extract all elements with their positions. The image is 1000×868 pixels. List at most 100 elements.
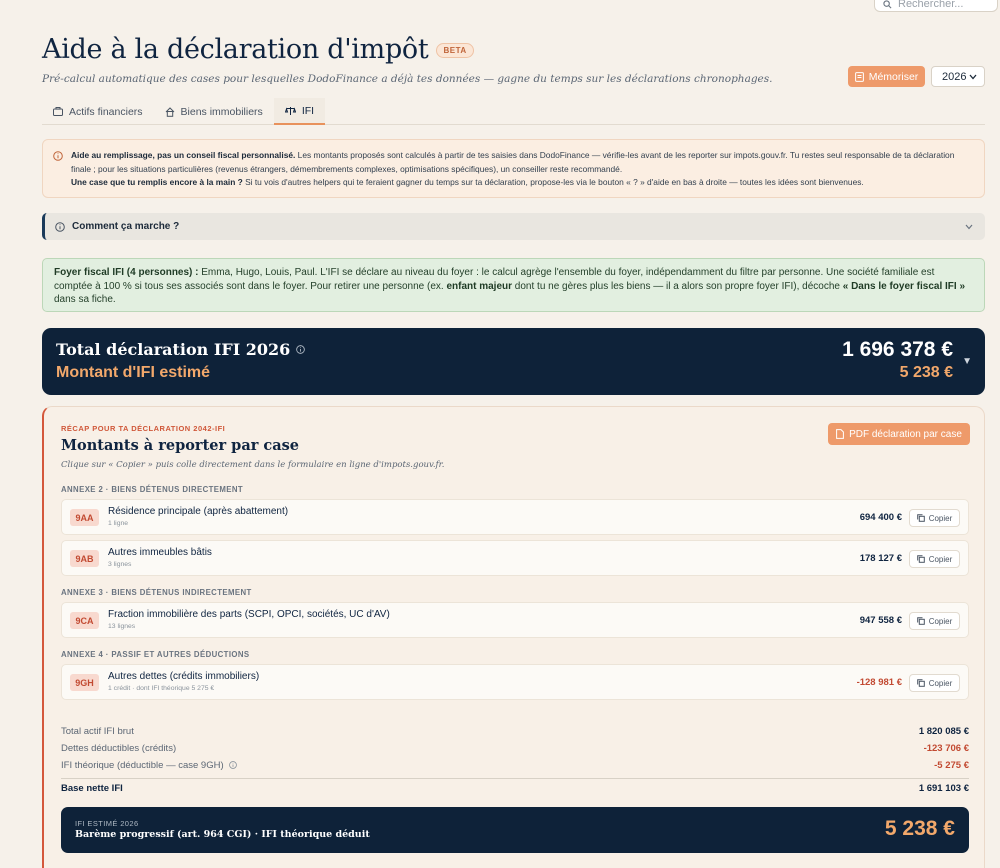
row-label: Autres immeubles bâtis: [108, 547, 212, 558]
year-select[interactable]: 2026: [931, 66, 985, 87]
search-icon: [883, 0, 892, 8]
row-sub: 13 lignes: [108, 623, 136, 630]
section-title: ANNEXE 2 · BIENS DÉTENUS DIRECTEMENT: [61, 485, 244, 494]
tab-label: Actifs financiers: [69, 105, 143, 118]
foyer-info: Foyer fiscal IFI (4 personnes) : Emma, H…: [42, 258, 985, 312]
info-icon[interactable]: [296, 345, 306, 354]
copy-button[interactable]: Copier: [909, 509, 960, 527]
notice-paragraph-2: Une case que tu remplis encore à la main…: [71, 176, 972, 190]
summary-value: 1 820 085 €: [918, 726, 969, 737]
case-code: 9CA: [70, 612, 99, 629]
info-icon: [55, 221, 65, 232]
summary-divider: [61, 778, 969, 779]
row-sub: 1 crédit · dont IFI théorique 5 275 €: [108, 685, 215, 692]
search-box[interactable]: Rechercher...: [874, 0, 998, 12]
case-code: 9AB: [70, 550, 99, 567]
declaration-row-9ca: 9CA Fraction immobilière des parts (SCPI…: [61, 602, 969, 638]
ifi-desc: Barème progressif (art. 964 CGI) · IFI t…: [75, 829, 370, 840]
title-row: Aide à la déclaration d'impôt BETA: [42, 34, 474, 65]
case-code: 9AA: [70, 509, 99, 526]
tab-bar: Actifs financiers Biens immobiliers IFI: [42, 98, 985, 125]
how-it-works-toggle[interactable]: Comment ça marche ?: [42, 213, 985, 240]
copy-label: Copier: [928, 616, 953, 626]
total-title-wrap: Total déclaration IFI 2026: [56, 340, 306, 359]
summary-line: Dettes déductibles (crédits) -123 706 €: [61, 743, 969, 754]
row-label: Résidence principale (après abattement): [108, 506, 289, 517]
summary-label: Dettes déductibles (crédits): [61, 743, 177, 754]
row-amount: 694 400 €: [859, 512, 902, 523]
foyer-bold-2: enfant majeur: [446, 280, 513, 292]
row-label: Autres dettes (crédits immobiliers): [108, 671, 260, 682]
tab-actifs-financiers[interactable]: Actifs financiers: [42, 98, 154, 125]
scales-icon: [284, 106, 296, 115]
copy-button[interactable]: Copier: [909, 674, 960, 692]
copy-icon: [916, 555, 925, 563]
summary-value: -123 706 €: [923, 743, 969, 754]
search-input[interactable]: Rechercher...: [898, 0, 963, 10]
notice-bold-1: Aide au remplissage, pas un conseil fisc…: [71, 150, 296, 160]
recap-title: Montants à reporter par case: [61, 437, 300, 454]
total-subtitle: Montant d'IFI estimé: [56, 364, 211, 381]
summary-value: 1 691 103 €: [918, 783, 969, 794]
declaration-row-9ab: 9AB Autres immeubles bâtis 3 lignes 178 …: [61, 540, 969, 576]
beta-badge: BETA: [436, 43, 474, 58]
chevron-down-icon: [965, 224, 973, 229]
ifi-value: 5 238 €: [884, 817, 955, 840]
summary-value: -5 275 €: [934, 760, 969, 771]
save-icon: [854, 71, 864, 82]
summary-line: Total actif IFI brut 1 820 085 €: [61, 726, 969, 737]
notice-bold-2: Une case que tu remplis encore à la main…: [71, 177, 243, 187]
recap-card: RÉCAP POUR TA DÉCLARATION 2042-IFI Monta…: [42, 406, 985, 868]
case-code: 9GH: [70, 674, 99, 691]
year-value: 2026: [942, 70, 967, 83]
ifi-estimate-box: IFI ESTIMÉ 2026 Barème progressif (art. …: [61, 807, 969, 853]
row-label: Fraction immobilière des parts (SCPI, OP…: [108, 609, 390, 620]
foyer-text-2: dont tu ne gères plus les biens — il a a…: [512, 280, 843, 292]
notice-text-2: Si tu vois d'autres helpers qui te ferai…: [242, 177, 864, 187]
tab-biens-immobiliers[interactable]: Biens immobiliers: [154, 98, 274, 125]
copy-button[interactable]: Copier: [909, 550, 960, 568]
caret-down-icon[interactable]: ▼: [962, 356, 972, 367]
summary-label: Total actif IFI brut: [61, 726, 134, 737]
summary-line-base-nette: Base nette IFI 1 691 103 €: [61, 783, 969, 794]
foyer-text-3: dans sa fiche.: [54, 294, 116, 305]
copy-label: Copier: [928, 554, 953, 564]
summary-line: IFI théorique (déductible — case 9GH) -5…: [61, 760, 969, 771]
document-icon: [836, 429, 844, 439]
section-title: ANNEXE 3 · BIENS DÉTENUS INDIRECTEMENT: [61, 588, 252, 597]
pdf-label: PDF déclaration par case: [849, 428, 962, 440]
copy-label: Copier: [928, 678, 953, 688]
row-amount: 178 127 €: [859, 553, 902, 564]
tab-label: IFI: [301, 104, 315, 117]
section-title: ANNEXE 4 · PASSIF ET AUTRES DÉDUCTIONS: [61, 650, 250, 659]
copy-button[interactable]: Copier: [909, 612, 960, 630]
summary-label-wrap: IFI théorique (déductible — case 9GH): [61, 760, 238, 771]
disclaimer-notice: Aide au remplissage, pas un conseil fisc…: [42, 139, 985, 198]
info-icon[interactable]: [229, 761, 238, 769]
how-label: Comment ça marche ?: [72, 221, 180, 232]
page-subtitle: Pré-calcul automatique des cases pour le…: [42, 73, 773, 85]
total-ifi-value: 5 238 €: [899, 364, 953, 381]
total-summary-card[interactable]: Total déclaration IFI 2026 Montant d'IFI…: [42, 328, 985, 395]
declaration-row-9aa: 9AA Résidence principale (après abatteme…: [61, 499, 969, 535]
recap-hint: Clique sur « Copier » puis colle directe…: [61, 460, 445, 470]
foyer-bold-3: « Dans le foyer fiscal IFI »: [842, 280, 966, 292]
declaration-row-9gh: 9GH Autres dettes (crédits immobiliers) …: [61, 664, 969, 700]
row-amount: 947 558 €: [859, 615, 902, 626]
briefcase-icon: [53, 107, 63, 116]
pdf-export-button[interactable]: PDF déclaration par case: [828, 423, 970, 445]
tab-ifi[interactable]: IFI: [273, 98, 326, 125]
foyer-bold-1: Foyer fiscal IFI (4 personnes) :: [54, 267, 199, 278]
row-sub: 3 lignes: [108, 561, 132, 568]
tab-label: Biens immobiliers: [180, 105, 263, 118]
recap-eyebrow: RÉCAP POUR TA DÉCLARATION 2042-IFI: [61, 424, 226, 433]
summary-label: Base nette IFI: [61, 783, 123, 794]
notice-paragraph-1: Aide au remplissage, pas un conseil fisc…: [71, 149, 972, 176]
memorize-label: Mémoriser: [868, 70, 919, 83]
info-icon: [53, 151, 63, 161]
ifi-eyebrow: IFI ESTIMÉ 2026: [75, 819, 139, 828]
copy-icon: [916, 679, 925, 687]
copy-icon: [916, 617, 925, 625]
memorize-button[interactable]: Mémoriser: [848, 66, 925, 87]
chevron-down-icon: [969, 74, 977, 79]
